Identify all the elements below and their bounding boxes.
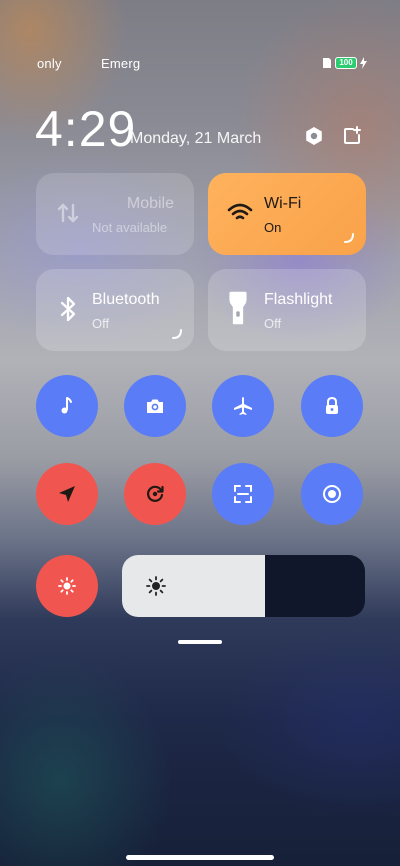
bluetooth-icon [60, 296, 76, 322]
panel-drag-handle[interactable] [178, 640, 222, 644]
reading-mode-toggle[interactable] [301, 463, 363, 525]
camera-icon [147, 399, 163, 413]
brightness-slider[interactable] [122, 555, 365, 617]
wifi-icon [227, 203, 253, 220]
screenshot-toggle[interactable] [124, 375, 186, 437]
date-label: Monday, 21 March [130, 130, 262, 147]
clock: 4:29 [35, 101, 137, 157]
auto-brightness-icon [58, 577, 76, 595]
sim-icon [323, 58, 331, 68]
bluetooth-tile[interactable]: Bluetooth Off [36, 269, 194, 351]
airplane-icon [234, 397, 252, 415]
mobile-data-tile[interactable]: Mobile Not available [36, 173, 194, 255]
carrier-label-1: only [37, 56, 62, 71]
wifi-status: On [264, 220, 282, 235]
location-toggle[interactable] [36, 463, 98, 525]
home-indicator[interactable] [126, 855, 274, 860]
scan-icon [234, 485, 252, 503]
bluetooth-title: Bluetooth [92, 291, 160, 308]
settings-icon[interactable] [304, 126, 324, 146]
mobile-data-status: Not available [92, 220, 168, 235]
wifi-title: Wi-Fi [264, 195, 302, 212]
eye-comfort-icon [323, 485, 341, 503]
mobile-data-title: Mobile [126, 195, 174, 212]
battery-icon: 100 [335, 57, 357, 69]
flashlight-tile[interactable]: Flashlight Off [208, 269, 366, 351]
auto-brightness-toggle[interactable] [36, 555, 98, 617]
location-arrow-icon [59, 486, 75, 502]
airplane-mode-toggle[interactable] [212, 375, 274, 437]
status-bar: only Emerg 100 [0, 56, 400, 72]
rotation-lock-icon [147, 485, 164, 502]
rotation-lock-toggle[interactable] [124, 463, 186, 525]
flashlight-status: Off [264, 316, 282, 331]
music-note-icon [61, 397, 72, 414]
sound-toggle[interactable] [36, 375, 98, 437]
bluetooth-status: Off [92, 316, 110, 331]
edit-icon[interactable] [342, 126, 362, 146]
wifi-tile[interactable]: Wi-Fi On [208, 173, 366, 255]
flashlight-icon [229, 291, 247, 325]
status-icons: 100 [322, 57, 367, 69]
charging-icon [360, 57, 367, 69]
expand-corner-icon[interactable] [344, 233, 354, 243]
scanner-toggle[interactable] [212, 463, 274, 525]
brightness-icon [146, 576, 166, 596]
lock-icon [326, 396, 338, 414]
flashlight-title: Flashlight [264, 291, 333, 308]
carrier-label-2: Emerg [101, 56, 141, 71]
expand-corner-icon[interactable] [172, 329, 182, 339]
lock-screen-toggle[interactable] [301, 375, 363, 437]
mobile-data-icon [57, 203, 79, 223]
